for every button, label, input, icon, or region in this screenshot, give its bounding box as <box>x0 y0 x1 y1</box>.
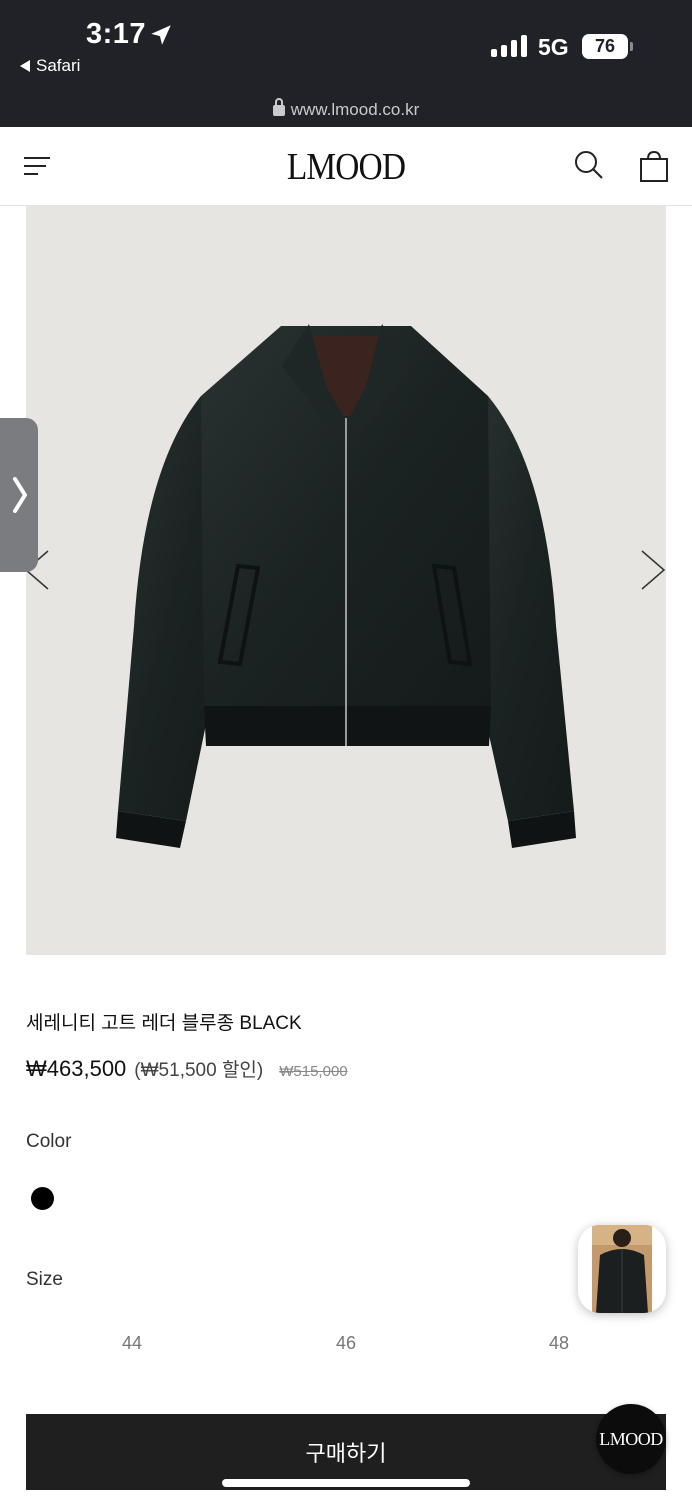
battery-icon: 76 <box>582 34 628 59</box>
site-logo[interactable]: LMOOD <box>42 145 651 189</box>
size-option[interactable]: 44 <box>102 1333 162 1354</box>
network-type: 5G <box>538 34 569 60</box>
url-text: www.lmood.co.kr <box>290 100 420 119</box>
discount-amount: (₩51,500 할인) <box>134 1060 264 1081</box>
size-option[interactable]: 48 <box>529 1333 589 1354</box>
back-triangle-icon <box>20 60 30 72</box>
location-arrow-icon <box>151 25 171 45</box>
back-label: Safari <box>36 56 81 75</box>
battery-tip <box>630 42 633 51</box>
signal-icon <box>491 35 527 57</box>
size-label: Size <box>26 1269 63 1290</box>
site-header: LMOOD <box>0 127 692 206</box>
home-indicator <box>222 1479 470 1487</box>
status-bar: 3:17 Safari 5G 76 www.lmood.co.kr <box>0 0 692 127</box>
chevron-right-icon <box>13 477 27 513</box>
lmood-chat-button[interactable]: LMOOD <box>596 1404 666 1474</box>
model-thumbnail[interactable] <box>578 1225 666 1313</box>
price-row: ₩463,500 (₩51,500 할인) ₩515,000 <box>26 1055 348 1082</box>
status-time: 3:17 <box>86 18 147 50</box>
color-swatch-black[interactable] <box>31 1187 54 1210</box>
sale-price: ₩463,500 <box>26 1056 127 1081</box>
original-price: ₩515,000 <box>279 1063 348 1080</box>
product-image[interactable] <box>26 206 666 955</box>
next-image-arrow-icon[interactable] <box>638 548 668 592</box>
size-option[interactable]: 46 <box>316 1333 376 1354</box>
address-bar[interactable]: www.lmood.co.kr <box>0 98 692 120</box>
lock-icon <box>272 98 285 116</box>
model-image <box>592 1225 652 1313</box>
color-label: Color <box>26 1131 72 1152</box>
search-icon[interactable] <box>573 149 605 181</box>
back-to-safari[interactable]: Safari <box>20 56 80 76</box>
jacket-image <box>116 324 576 848</box>
shopping-bag-icon[interactable] <box>638 149 670 183</box>
product-name: 세레니티 고트 레더 블루종 BLACK <box>26 1013 302 1034</box>
safari-side-tab[interactable] <box>0 418 38 572</box>
